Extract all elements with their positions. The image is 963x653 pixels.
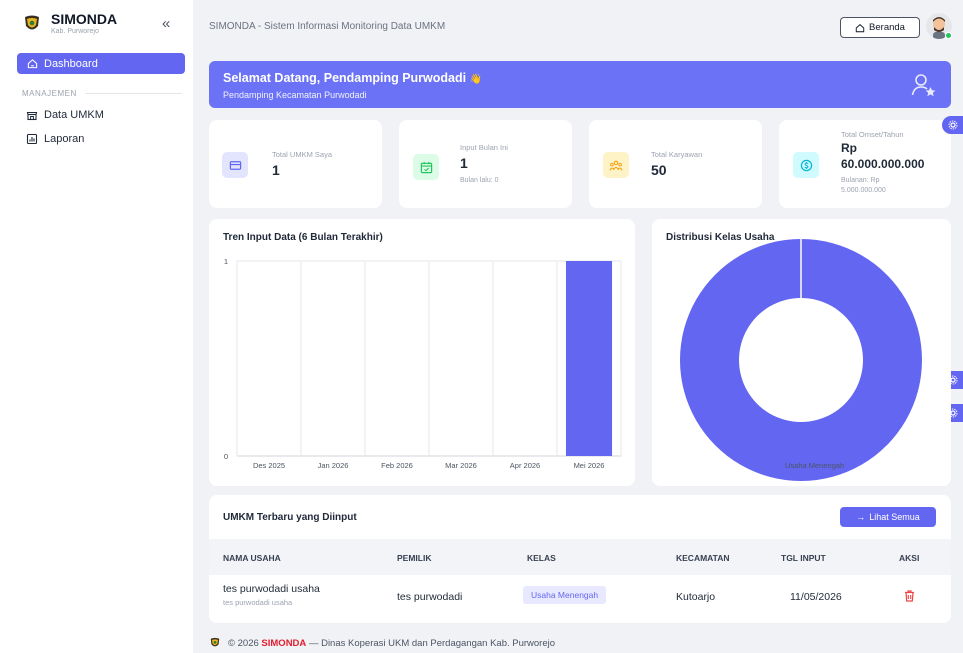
recent-umkm-title: UMKM Terbaru yang Diinput	[223, 512, 357, 523]
x-tick-label: Mar 2026	[445, 461, 477, 470]
legend-swatch	[755, 461, 781, 468]
stat-label: Total UMKM Saya	[272, 150, 333, 159]
stat-value: 50	[651, 162, 667, 178]
app-name: SIMONDA	[51, 11, 118, 27]
section-divider	[84, 93, 182, 94]
x-tick-label: Jan 2026	[318, 461, 349, 470]
regency-emblem-icon	[210, 637, 220, 647]
sidebar-item-laporan[interactable]: Laporan	[26, 133, 84, 145]
cell-owner: tes purwodadi	[397, 591, 463, 603]
cell-district: Kutoarjo	[676, 591, 716, 603]
column-header[interactable]: PEMILIK	[397, 553, 431, 563]
calendar-check-icon	[413, 154, 439, 180]
legend-label: Usaha Menengah	[785, 461, 844, 470]
trash-icon[interactable]	[904, 590, 915, 602]
cell-input-date: 11/05/2026	[790, 591, 842, 603]
see-all-button[interactable]: → Lihat Semua	[840, 507, 936, 527]
welcome-subtitle: Pendamping Kecamatan Purwodadi	[223, 90, 367, 100]
wallet-icon	[222, 152, 248, 178]
arrow-right-icon: →	[856, 512, 866, 522]
column-header[interactable]: KECAMATAN	[676, 553, 730, 563]
home-button[interactable]: Beranda	[840, 17, 920, 38]
stat-label: Total Karyawan	[651, 150, 703, 159]
app-subtitle: Kab. Purworejo	[51, 28, 99, 35]
table-header: NAMA USAHA PEMILIK KELAS KECAMATAN TGL I…	[209, 539, 951, 575]
home-icon	[855, 23, 865, 32]
sidebar-item-dashboard[interactable]: Dashboard	[17, 53, 185, 74]
footer-copyright: © 2026	[228, 637, 259, 649]
users-group-icon	[603, 152, 629, 178]
cell-business-name-sub: tes purwodadi usaha	[223, 598, 293, 607]
x-tick-label: Mei 2026	[574, 461, 605, 470]
y-tick-label: 0	[224, 452, 228, 461]
stat-value: 60.000.000.000	[841, 157, 925, 171]
waving-hand-icon: 👋	[469, 74, 483, 85]
page-header-title: SIMONDA - Sistem Informasi Monitoring Da…	[209, 21, 446, 32]
settings-tab[interactable]	[942, 116, 963, 134]
cell-business-name: tes purwodadi usaha	[223, 583, 320, 595]
class-badge: Usaha Menengah	[523, 586, 607, 604]
column-header[interactable]: AKSI	[899, 553, 919, 563]
sidebar-section-header: MANAJEMEN	[22, 89, 182, 98]
x-tick-label: Des 2025	[253, 461, 285, 470]
stat-value: 1	[272, 162, 280, 178]
x-tick-label: Apr 2026	[510, 461, 540, 470]
home-icon	[27, 59, 38, 69]
footer: © 2026 SIMONDA — Dinas Koperasi UKM dan …	[209, 637, 555, 649]
stat-sub-monthly: Bulanan: Rp	[841, 177, 880, 184]
distribution-chart-card: Distribusi Kelas Usaha Usaha Menengah	[652, 219, 951, 486]
stat-card-revenue: Total Omset/Tahun Rp 60.000.000.000 Bula…	[779, 120, 951, 208]
online-status-indicator	[945, 32, 952, 39]
stat-currency: Rp	[841, 141, 857, 155]
distribution-donut-chart: Usaha Menengah	[679, 239, 922, 481]
sidebar-item-label: Laporan	[44, 133, 85, 145]
welcome-banner: Selamat Datang, Pendamping Purwodadi 👋 P…	[209, 61, 951, 108]
trend-chart-card: Tren Input Data (6 Bulan Terakhir) 0 1 Des…	[209, 219, 635, 486]
brand[interactable]: SIMONDA Kab. Purworejo	[22, 12, 117, 36]
x-tick-label: Feb 2026	[381, 461, 413, 470]
stat-value: 1	[460, 155, 468, 171]
footer-agency: — Dinas Koperasi UKM dan Perdagangan Kab…	[308, 637, 556, 649]
sidebar-item-label: Dashboard	[44, 57, 98, 70]
sidebar-item-label: Data UMKM	[44, 109, 104, 121]
sidebar: SIMONDA Kab. Purworejo « Dashboard MANAJ…	[0, 0, 193, 653]
bar-mei-2026	[565, 261, 613, 456]
y-tick-label: 1	[224, 257, 228, 266]
collapse-sidebar-icon[interactable]: «	[162, 16, 170, 31]
stat-label: Total Omset/Tahun	[841, 130, 904, 139]
regency-emblem-icon	[25, 15, 39, 30]
stat-card-total-umkm: Total UMKM Saya 1	[209, 120, 382, 208]
footer-brand: SIMONDA	[261, 637, 307, 649]
chart-report-icon	[26, 133, 38, 145]
stat-card-input-month: Input Bulan Ini 1 Bulan lalu: 0	[399, 120, 572, 208]
stat-label: Input Bulan Ini	[460, 143, 508, 152]
column-header[interactable]: NAMA USAHA	[223, 553, 281, 563]
gear-icon	[948, 120, 957, 130]
stat-sub-previous-month: Bulan lalu: 0	[460, 177, 499, 184]
column-header[interactable]: TGL INPUT	[781, 553, 826, 563]
trend-bar-chart: 0 1 Des 2025 Jan 2026 Feb 2026 Mar 2026 Apr 20…	[224, 257, 622, 470]
topbar: SIMONDA - Sistem Informasi Monitoring Da…	[193, 0, 963, 52]
welcome-title: Selamat Datang, Pendamping Purwodadi 👋	[223, 71, 483, 85]
user-star-icon	[911, 74, 936, 97]
store-icon	[26, 111, 38, 121]
stat-card-employees: Total Karyawan 50	[589, 120, 762, 208]
column-header[interactable]: KELAS	[527, 553, 556, 563]
sidebar-item-data-umkm[interactable]: Data UMKM	[26, 109, 104, 121]
recent-umkm-card: UMKM Terbaru yang Diinput → Lihat Semua …	[209, 495, 951, 623]
stat-sub-monthly-value: 5.000.000.000	[841, 187, 886, 194]
currency-coin-icon	[793, 152, 819, 178]
